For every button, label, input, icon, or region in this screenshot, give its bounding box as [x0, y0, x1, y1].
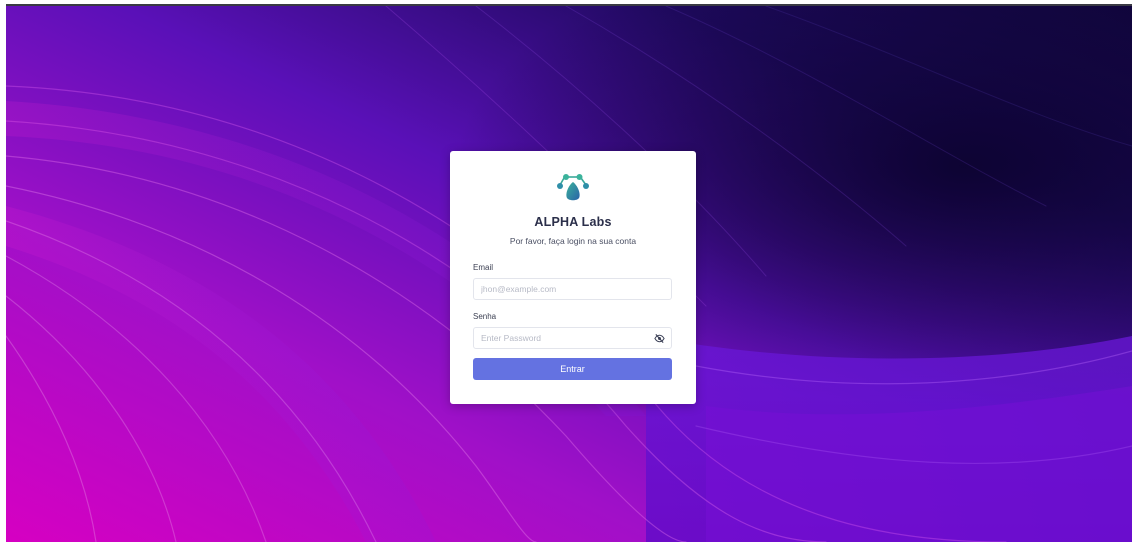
password-input[interactable] [481, 328, 651, 348]
paw-icon [557, 174, 589, 201]
email-label: Email [473, 263, 494, 272]
email-input[interactable] [481, 279, 651, 299]
page-viewport: ALPHA Labs Por favor, faça login na sua … [6, 6, 1132, 542]
eye-off-icon[interactable] [654, 333, 665, 344]
password-field-box [473, 327, 672, 349]
password-label: Senha [473, 312, 497, 321]
login-card: ALPHA Labs Por favor, faça login na sua … [450, 151, 696, 404]
login-button[interactable]: Entrar [473, 358, 672, 380]
login-subtitle: Por favor, faça login na sua conta [509, 236, 637, 246]
email-field-box [473, 278, 672, 300]
brand-title: ALPHA Labs [534, 215, 612, 229]
